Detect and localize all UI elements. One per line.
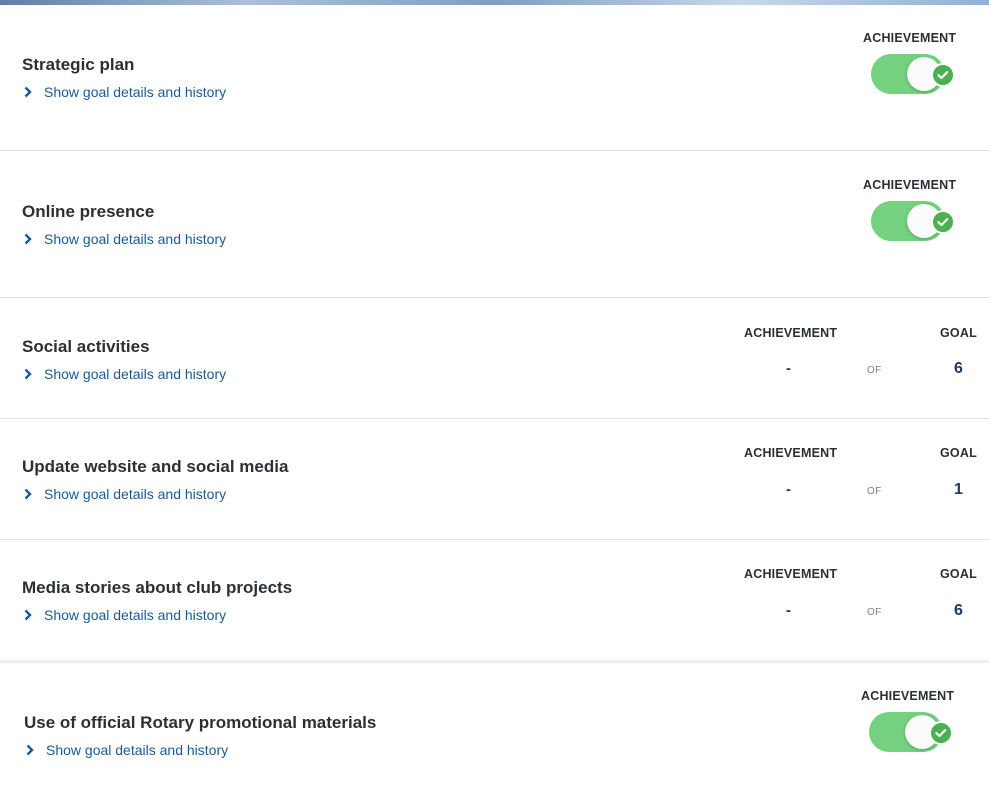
goal-label: GOAL [940, 326, 977, 340]
chevron-right-icon [24, 86, 32, 98]
goal-row-update-website: Update website and social media Show goa… [0, 419, 989, 540]
goal-row-rotary-promotional-materials: Use of official Rotary promotional mater… [0, 663, 989, 804]
chevron-right-icon [24, 368, 32, 380]
achievement-toggle[interactable] [869, 712, 953, 752]
achievement-toggle[interactable] [871, 201, 955, 241]
chevron-right-icon [24, 488, 32, 500]
achievement-label: ACHIEVEMENT [744, 326, 838, 340]
checkmark-icon [929, 721, 953, 745]
goal-label: GOAL [940, 446, 977, 460]
goal-title: Media stories about club projects [22, 578, 293, 597]
goal-row-strategic-plan: Strategic plan Show goal details and his… [0, 5, 989, 151]
goal-label: GOAL [940, 567, 977, 581]
of-label: OF [867, 486, 882, 497]
achievement-value: - [786, 481, 791, 498]
chevron-right-icon [26, 744, 34, 756]
goal-row-social-activities: Social activities Show goal details and … [0, 298, 989, 419]
goal-title: Strategic plan [22, 55, 135, 74]
achievement-label: ACHIEVEMENT [861, 689, 955, 703]
achievement-toggle[interactable] [871, 54, 955, 94]
show-goal-details-label: Show goal details and history [44, 366, 227, 382]
show-goal-details-link[interactable]: Show goal details and history [22, 366, 226, 382]
goal-title: Social activities [22, 337, 150, 356]
show-goal-details-link[interactable]: Show goal details and history [22, 84, 226, 100]
goal-row-media-stories: Media stories about club projects Show g… [0, 540, 989, 663]
goal-value: 6 [954, 360, 963, 377]
achievement-value: - [786, 360, 791, 377]
achievement-label: ACHIEVEMENT [744, 567, 838, 581]
achievement-value: - [786, 602, 791, 619]
of-label: OF [867, 365, 882, 376]
goal-title: Online presence [22, 202, 155, 221]
goal-value: 1 [954, 481, 963, 498]
show-goal-details-link[interactable]: Show goal details and history [22, 486, 226, 502]
goal-row-online-presence: Online presence Show goal details and hi… [0, 151, 989, 298]
achievement-label: ACHIEVEMENT [744, 446, 838, 460]
goal-title: Use of official Rotary promotional mater… [24, 713, 377, 732]
achievement-label: ACHIEVEMENT [863, 31, 957, 45]
checkmark-icon [931, 210, 955, 234]
show-goal-details-label: Show goal details and history [44, 486, 227, 502]
show-goal-details-label: Show goal details and history [44, 231, 227, 247]
show-goal-details-label: Show goal details and history [44, 607, 227, 623]
achievement-label: ACHIEVEMENT [863, 178, 957, 192]
show-goal-details-label: Show goal details and history [44, 84, 227, 100]
chevron-right-icon [24, 609, 32, 621]
checkmark-icon [931, 63, 955, 87]
show-goal-details-link[interactable]: Show goal details and history [24, 742, 228, 758]
show-goal-details-label: Show goal details and history [46, 742, 229, 758]
show-goal-details-link[interactable]: Show goal details and history [22, 231, 226, 247]
of-label: OF [867, 607, 882, 618]
chevron-right-icon [24, 233, 32, 245]
goal-title: Update website and social media [22, 457, 289, 476]
goal-value: 6 [954, 602, 963, 619]
show-goal-details-link[interactable]: Show goal details and history [22, 607, 226, 623]
